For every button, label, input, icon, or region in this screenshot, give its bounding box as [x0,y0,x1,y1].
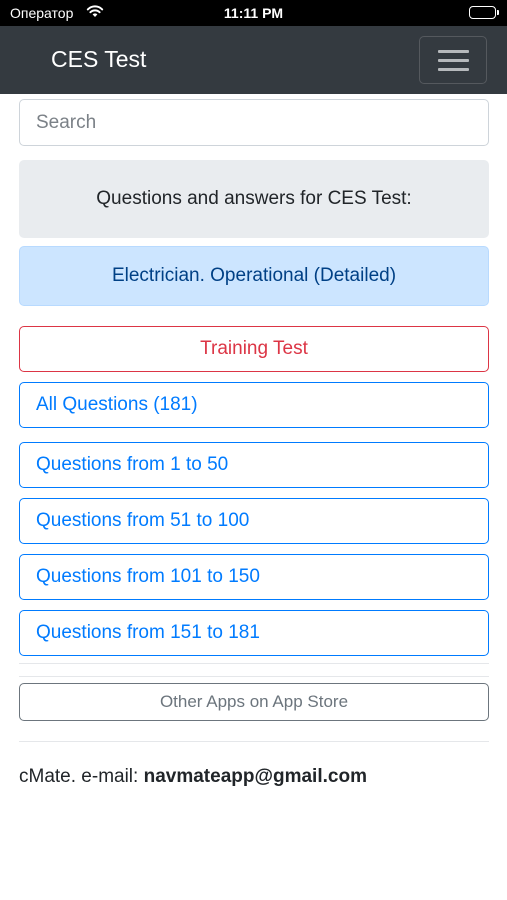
intro-banner: Questions and answers for CES Test: [19,160,489,238]
other-apps-button[interactable]: Other Apps on App Store [19,683,489,721]
questions-range-label: Questions from 1 to 50 [36,454,229,475]
questions-range-label: Questions from 51 to 100 [36,510,250,531]
divider [19,676,489,677]
status-bar: Оператор 11:11 PM [0,0,507,26]
intro-text: Questions and answers for CES Test: [96,188,412,209]
navbar-brand[interactable]: CES Test [51,46,146,73]
training-test-button[interactable]: Training Test [19,326,489,372]
footer-prefix: cMate. e-mail: [19,766,144,787]
clock: 11:11 PM [223,5,284,21]
app-screen: Оператор 11:11 PM CES Test Questions and… [0,0,507,900]
questions-range-button-3[interactable]: Questions from 101 to 150 [19,554,489,600]
questions-range-label: Questions from 101 to 150 [36,566,260,587]
all-questions-button[interactable]: All Questions (181) [19,382,489,428]
questions-range-button-2[interactable]: Questions from 51 to 100 [19,498,489,544]
questions-range-button-1[interactable]: Questions from 1 to 50 [19,442,489,488]
battery-icon [469,6,499,19]
menu-toggle-button[interactable] [419,36,487,84]
divider [19,663,489,664]
questions-range-button-4[interactable]: Questions from 151 to 181 [19,610,489,656]
training-test-label: Training Test [200,338,308,359]
footer-email[interactable]: navmateapp@gmail.com [144,766,367,787]
footer-contact: cMate. e-mail: navmateapp@gmail.com [19,766,367,788]
navbar: CES Test [0,26,507,94]
questions-range-label: Questions from 151 to 181 [36,622,260,643]
hamburger-icon-line [438,59,469,62]
hamburger-icon-line [438,68,469,71]
topic-alert: Electrician. Operational (Detailed) [19,246,489,306]
hamburger-icon-line [438,50,469,53]
topic-text: Electrician. Operational (Detailed) [111,265,397,286]
all-questions-label: All Questions (181) [36,394,198,415]
other-apps-label: Other Apps on App Store [159,692,349,711]
divider [19,741,489,742]
search-input[interactable] [19,99,489,146]
